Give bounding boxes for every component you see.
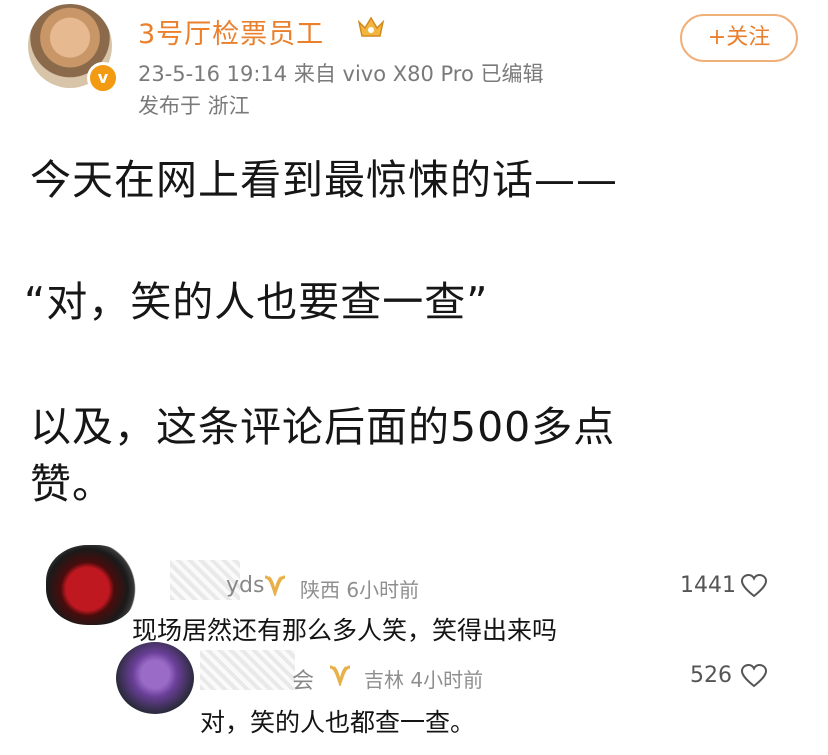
comment-text: 对，笑的人也都查一查。 [200,708,476,737]
post-line-3: 以及，这条评论后面的500多点 [30,403,616,451]
post-source: 来自 vivo X80 Pro [293,62,474,86]
commenter-name[interactable]: 会 [292,663,314,695]
like-count: 1441 [680,573,736,598]
comment-region-time: 吉林 4小时前 [364,668,484,692]
vip-badge-icon [329,665,351,686]
heart-icon[interactable] [740,573,768,599]
follow-button[interactable]: +关注 [680,14,798,62]
obscured-username [200,650,295,690]
post-line-1: 今天在网上看到最惊悚的话—— [30,156,618,204]
like-count: 526 [690,663,732,688]
commenter-avatar[interactable] [46,545,138,625]
crown-icon [357,16,385,37]
vip-badge-icon [264,575,286,596]
post-edited[interactable]: 已编辑 [481,62,544,86]
commenter-name[interactable]: yds [226,573,264,598]
comment-region-time: 陕西 6小时前 [300,578,420,602]
post-location: 发布于 浙江 [138,94,250,118]
verified-badge-icon: v [87,62,119,94]
post-meta: 23-5-16 19:14 来自 vivo X80 Pro 已编辑 [138,58,544,88]
comment-text: 现场居然还有那么多人笑，笑得出来吗 [132,616,558,645]
post-line-2: “对，笑的人也要查一查” [24,278,489,326]
author-name[interactable]: 3号厅检票员工 [138,12,324,51]
post-timestamp: 23-5-16 19:14 [138,62,288,86]
post-line-4: 赞。 [30,460,114,508]
commenter-avatar[interactable] [116,642,194,714]
heart-icon[interactable] [740,663,768,689]
